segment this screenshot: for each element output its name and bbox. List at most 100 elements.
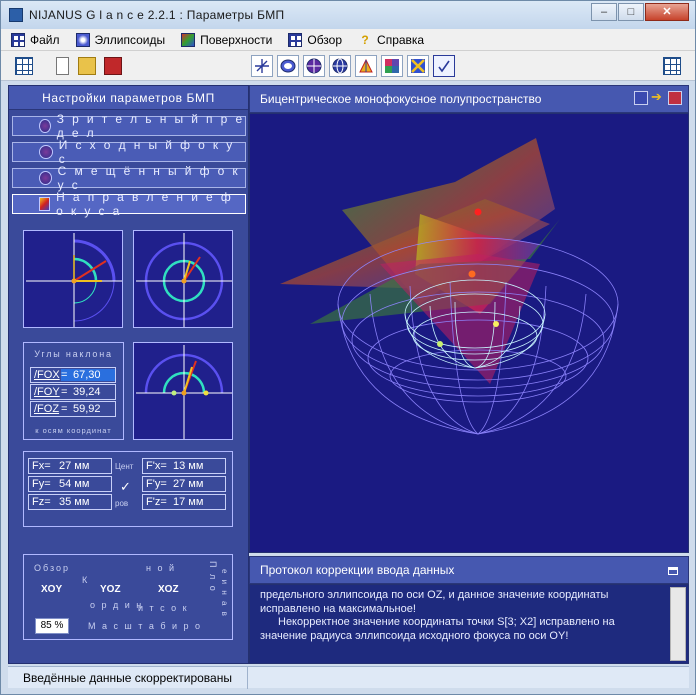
globe-icon: [39, 171, 52, 185]
menu-view-label: Обзор: [307, 32, 343, 47]
close-button[interactable]: ✕: [645, 3, 689, 21]
fpx-field[interactable]: F'x= 13 мм: [142, 458, 226, 474]
angle-foy-value[interactable]: 39,24: [73, 386, 115, 398]
minimize-button[interactable]: –: [591, 3, 617, 21]
open-folder-icon[interactable]: [78, 57, 96, 75]
app-icon: [9, 8, 23, 22]
angle-foy-field[interactable]: /FOY = 39,24: [30, 384, 116, 400]
maximize-button[interactable]: □: [618, 3, 644, 21]
ellipsoid-icon: [75, 32, 90, 47]
fy-field[interactable]: Fy= 54 мм: [28, 476, 112, 492]
plane-label: П л о: [208, 561, 218, 593]
front-projection-thumbnail[interactable]: [133, 342, 233, 440]
sphere-view-icon[interactable]: [634, 91, 648, 105]
focus-direction-label: Н а п р а в л е н и е ф о к у с а: [56, 190, 234, 218]
shifted-focus-button[interactable]: [329, 55, 351, 77]
hide-surfaces-button[interactable]: [407, 55, 429, 77]
surface-view-button[interactable]: [381, 55, 403, 77]
yoz-view-button[interactable]: YOZ: [100, 584, 121, 595]
fz-field[interactable]: Fz= 35 мм: [28, 494, 112, 510]
source-focus-button[interactable]: [303, 55, 325, 77]
window-title: NIJANUS G l a n c e 2.2.1 : Параметры БМ…: [29, 8, 285, 22]
menu-help-label: Справка: [377, 32, 425, 47]
source-focus-settings-button[interactable]: И с х о д н ы й ф о к у с: [12, 138, 246, 166]
side-projection-thumbnail[interactable]: [23, 230, 123, 328]
minimize-panel-icon[interactable]: [668, 567, 678, 575]
limit-ellipsoid-button[interactable]: [277, 55, 299, 77]
menu-file-label: Файл: [30, 32, 60, 47]
top-projection-diagram: [136, 233, 232, 327]
reset-view-icon[interactable]: [668, 91, 682, 105]
toolbar: [1, 51, 695, 81]
table-icon[interactable]: [15, 57, 33, 75]
globe-icon: [332, 58, 348, 74]
log-panel: предельного эллипсоида по оси OZ, и данн…: [249, 584, 689, 664]
surface-icon: [181, 32, 196, 47]
angle-foz-field[interactable]: /FOZ = 59,92: [30, 401, 116, 417]
view-scale-box: Обзор XOY К YOZ н о й XOZ о р д и н и т …: [23, 554, 233, 640]
checkmark-icon: [438, 60, 450, 73]
save-icon[interactable]: [104, 57, 122, 75]
menu-help[interactable]: ? Справка: [358, 33, 424, 47]
menu-ellipsoids-label: Эллипсоиды: [94, 32, 166, 47]
center-label-top: Цент: [115, 462, 134, 471]
app-window: NIJANUS G l a n c e 2.2.1 : Параметры БМ…: [0, 0, 696, 695]
focus-direction-button[interactable]: [355, 55, 377, 77]
source-focus-label: И с х о д н ы й ф о к у с: [58, 138, 235, 166]
ordinate-label: о р д и н: [90, 600, 144, 610]
title-bar[interactable]: NIJANUS G l a n c e 2.2.1 : Параметры БМ…: [1, 1, 695, 29]
cross-surface-icon: [411, 59, 425, 73]
arrow-right-icon[interactable]: ➔: [651, 90, 665, 105]
scaling-label: М а с ш т а б и р о: [88, 621, 203, 631]
menu-view[interactable]: Обзор: [288, 32, 343, 47]
menu-surfaces[interactable]: Поверхности: [181, 32, 273, 47]
zoom-input[interactable]: 85 %: [35, 618, 69, 634]
settings-panel-title: Настройки параметров БМП: [9, 86, 248, 110]
settings-panel: Настройки параметров БМП З р и т е л ь н…: [8, 85, 249, 664]
focus-coordinates-box: Fx= 27 мм Fy= 54 мм Fz= 35 мм Цент ✓ ров…: [23, 451, 233, 527]
angle-fox-value[interactable]: 67,30: [73, 369, 115, 381]
coord-suffix-label: н о й: [146, 563, 177, 573]
xoy-view-button[interactable]: XOY: [41, 584, 62, 595]
sphere-icon: [39, 145, 53, 159]
tilt-angles-title: Углы наклона: [34, 349, 113, 359]
axes-icon: [255, 59, 269, 73]
focus-direction-settings-button[interactable]: Н а п р а в л е н и е ф о к у с а: [12, 190, 246, 218]
shifted-focus-settings-button[interactable]: С м е щ ё н н ы й ф о к у с: [12, 164, 246, 192]
log-scrollbar[interactable]: [670, 587, 686, 661]
menu-surfaces-label: Поверхности: [200, 32, 273, 47]
fpy-field[interactable]: F'y= 27 мм: [142, 476, 226, 492]
menu-ellipsoids[interactable]: Эллипсоиды: [75, 32, 166, 47]
visual-limit-label: З р и т е л ь н ы й п р е д е л: [56, 112, 245, 140]
shifted-focus-label: С м е щ ё н н ы й ф о к у с: [57, 164, 241, 192]
menu-file[interactable]: Файл: [11, 32, 60, 47]
points-label: и т с о к: [138, 603, 189, 613]
angle-fox-field[interactable]: /FOX = 67,30: [30, 367, 116, 383]
log-panel-header: Протокол коррекции ввода данных: [249, 556, 689, 584]
ellipsoid-icon: [39, 119, 51, 133]
new-file-icon[interactable]: [56, 57, 69, 75]
angle-fox-name: /FOX: [34, 369, 60, 381]
centering-toggle-icon[interactable]: ✓: [120, 479, 131, 495]
log-line: Некорректное значение координаты точки S…: [260, 616, 615, 642]
top-projection-thumbnail[interactable]: [133, 230, 233, 328]
tilt-angles-footer: к осям координат: [35, 426, 112, 435]
front-projection-diagram: [136, 345, 232, 439]
log-line: предельного эллипсоида по оси OZ, и данн…: [260, 589, 609, 615]
visual-limit-button[interactable]: З р и т е л ь н ы й п р е д е л: [12, 112, 246, 140]
help-icon: ?: [361, 32, 369, 47]
grid-icon: [11, 32, 25, 47]
grid-toggle-icon[interactable]: [663, 57, 681, 75]
menu-bar: Файл Эллипсоиды Поверхности Обзор ? Спра…: [1, 29, 695, 51]
fpz-field[interactable]: F'z= 17 мм: [142, 494, 226, 510]
angle-foz-value[interactable]: 59,92: [73, 403, 115, 415]
fx-field[interactable]: Fx= 27 мм: [28, 458, 112, 474]
view-panel-header: Бицентрическое монофокусное полупростран…: [249, 85, 689, 113]
status-bar: Введённые данные скорректированы: [8, 666, 689, 689]
xoz-view-button[interactable]: XOZ: [158, 584, 179, 595]
axes-view-button[interactable]: [251, 55, 273, 77]
log-panel-title: Протокол коррекции ввода данных: [260, 563, 455, 577]
check-view-button[interactable]: [433, 55, 455, 77]
3d-viewport[interactable]: [249, 113, 689, 553]
status-text: Введённые данные скорректированы: [8, 667, 248, 689]
